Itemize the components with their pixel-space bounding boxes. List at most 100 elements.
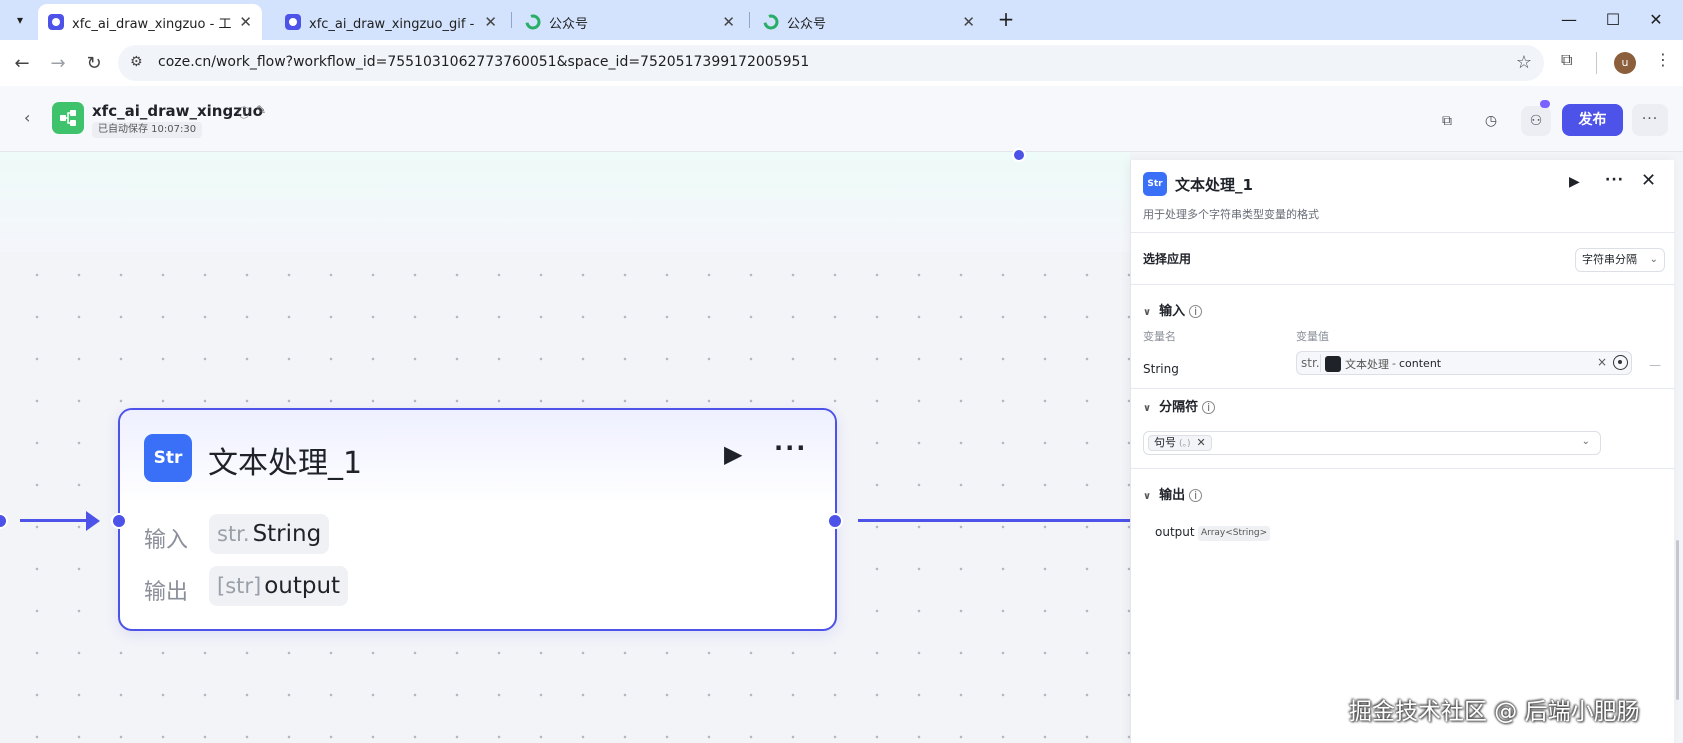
- tab-workflow-xingzuo[interactable]: xfc_ai_draw_xingzuo - 工作流 ✕: [38, 4, 262, 40]
- panel-scrollbar[interactable]: [1676, 540, 1679, 700]
- back-chevron-icon[interactable]: ‹: [24, 108, 30, 127]
- reference-source: 文本处理: [1345, 357, 1389, 371]
- upper-node-port[interactable]: [1012, 148, 1026, 162]
- window-close-icon[interactable]: ✕: [1644, 8, 1668, 32]
- more-options-button[interactable]: ···: [1632, 104, 1668, 136]
- extensions-puzzle-icon[interactable]: ⧉: [1561, 50, 1572, 70]
- coze-node-icon: [1325, 355, 1341, 372]
- url-text[interactable]: coze.cn/work_flow?workflow_id=7551031062…: [158, 54, 809, 70]
- maximize-icon[interactable]: ☐: [1601, 8, 1625, 32]
- tab-divider: [511, 12, 512, 28]
- select-app-label: 选择应用: [1143, 252, 1192, 266]
- node-input-port[interactable]: [111, 513, 127, 529]
- input-var-name[interactable]: String: [1143, 362, 1179, 376]
- output-section-title: 输出: [1159, 488, 1186, 503]
- string-node-icon: Str: [1143, 172, 1167, 196]
- node-input-label: 输入: [144, 528, 189, 553]
- remove-variable-icon[interactable]: —: [1649, 358, 1661, 372]
- output-section-header[interactable]: ∨ 输出 i: [1143, 484, 1203, 503]
- tab-close-icon[interactable]: ✕: [239, 13, 252, 31]
- copy-icon[interactable]: ⧉: [1432, 106, 1462, 136]
- run-node-icon[interactable]: ▶: [724, 440, 742, 468]
- info-icon[interactable]: ⓘ: [238, 104, 250, 121]
- info-icon[interactable]: i: [1202, 401, 1216, 414]
- divider: [1131, 232, 1675, 233]
- node-more-icon[interactable]: ···: [774, 434, 807, 462]
- target-variable-icon[interactable]: [1613, 355, 1628, 370]
- wechat-icon: [525, 14, 541, 30]
- output-var-name: output: [1155, 525, 1195, 539]
- string-array-type-icon: [str]: [217, 574, 262, 598]
- canvas-upper-node-area: [0, 152, 1130, 252]
- incoming-edge[interactable]: [20, 519, 96, 522]
- tab-search-chevron-icon[interactable]: ▾: [6, 7, 34, 33]
- info-icon[interactable]: i: [1189, 305, 1203, 318]
- address-bar: ← → ↻ ⚙ coze.cn/work_flow?workflow_id=75…: [0, 40, 1683, 86]
- reload-icon[interactable]: ↻: [82, 52, 106, 76]
- tab-close-icon[interactable]: ✕: [484, 13, 497, 31]
- edit-icon[interactable]: ✎: [256, 103, 266, 117]
- autosave-status: 已自动保存 10:07:30: [92, 122, 203, 138]
- input-var-reference[interactable]: str. 文本处理 - content ×: [1296, 351, 1632, 375]
- profile-avatar[interactable]: u: [1614, 52, 1636, 74]
- panel-title: 文本处理_1: [1175, 176, 1253, 194]
- clear-reference-icon[interactable]: ×: [1597, 355, 1607, 369]
- bookmark-star-icon[interactable]: ☆: [1516, 52, 1532, 73]
- input-section-title: 输入: [1159, 304, 1186, 319]
- collaborators-icon[interactable]: ⚇: [1521, 106, 1551, 136]
- input-section-header[interactable]: ∨ 输入 i: [1143, 300, 1203, 319]
- watermark: 掘金技术社区 @ 后端小肥肠: [1349, 699, 1640, 725]
- new-tab-button[interactable]: +: [993, 8, 1019, 32]
- tab-workflow-xingzuo-gif[interactable]: xfc_ai_draw_xingzuo_gif - 工作 ✕: [275, 4, 507, 40]
- select-app-value: 字符串分隔: [1582, 253, 1637, 266]
- tab-wechat-2[interactable]: 公众号 ✕: [753, 4, 985, 40]
- wechat-icon: [763, 14, 779, 30]
- url-omnibox[interactable]: ⚙ coze.cn/work_flow?workflow_id=75510310…: [118, 45, 1544, 81]
- incoming-edge-arrow: [86, 511, 100, 531]
- node-output-tag: [str] output: [209, 566, 349, 606]
- tab-close-icon[interactable]: ✕: [962, 13, 975, 31]
- select-app-dropdown[interactable]: 字符串分隔 ⌄: [1575, 248, 1665, 272]
- divider: [1131, 388, 1675, 389]
- chevron-down-icon: ⌄: [1581, 436, 1590, 447]
- coze-icon: [285, 14, 301, 30]
- forward-arrow-icon[interactable]: →: [46, 52, 70, 76]
- divider: [1131, 284, 1675, 285]
- delimiter-section-header[interactable]: ∨ 分隔符 i: [1143, 396, 1216, 415]
- publish-button[interactable]: 发布: [1562, 104, 1623, 136]
- chevron-down-icon: ∨: [1143, 403, 1152, 414]
- divider: [1131, 468, 1675, 469]
- tab-close-icon[interactable]: ✕: [722, 13, 735, 31]
- reference-field: content: [1398, 357, 1442, 370]
- coze-icon: [48, 14, 64, 30]
- history-icon[interactable]: ◷: [1476, 106, 1506, 136]
- minimize-icon[interactable]: —: [1557, 8, 1581, 32]
- delimiter-chip-label: 句号: [1154, 436, 1176, 449]
- column-var-name: 变量名: [1143, 330, 1176, 343]
- back-arrow-icon[interactable]: ←: [10, 52, 34, 76]
- browser-menu-icon[interactable]: ⋮: [1655, 50, 1671, 69]
- divider: [1320, 354, 1321, 372]
- delimiter-section-title: 分隔符: [1159, 400, 1199, 415]
- string-node-icon: Str: [144, 434, 192, 482]
- chevron-down-icon: ⌄: [1649, 254, 1658, 265]
- text-process-node[interactable]: Str 文本处理_1 ▶ ··· 输入 str. String 输出 [str]…: [118, 408, 837, 631]
- close-icon[interactable]: ✕: [1641, 170, 1656, 191]
- remove-chip-icon[interactable]: ✕: [1197, 436, 1206, 449]
- outgoing-edge[interactable]: [858, 519, 1130, 522]
- delimiter-chip-symbol: (。): [1179, 439, 1191, 449]
- delimiter-multiselect[interactable]: 句号 (。) ✕ ⌄: [1143, 431, 1601, 455]
- node-output-port[interactable]: [827, 513, 843, 529]
- column-var-value: 变量值: [1296, 330, 1329, 343]
- run-node-icon[interactable]: ▶: [1569, 174, 1580, 190]
- node-input-value: String: [252, 521, 322, 547]
- tab-wechat-1[interactable]: 公众号 ✕: [515, 4, 745, 40]
- toolbar-divider: [1596, 52, 1597, 74]
- node-title: 文本处理_1: [208, 446, 363, 481]
- reference-separator: -: [1392, 357, 1396, 370]
- panel-more-icon[interactable]: ···: [1605, 172, 1624, 188]
- delimiter-chip: 句号 (。) ✕: [1148, 435, 1212, 451]
- site-settings-icon[interactable]: ⚙: [130, 54, 143, 70]
- chevron-down-icon: ∨: [1143, 491, 1152, 502]
- info-icon[interactable]: i: [1189, 489, 1203, 502]
